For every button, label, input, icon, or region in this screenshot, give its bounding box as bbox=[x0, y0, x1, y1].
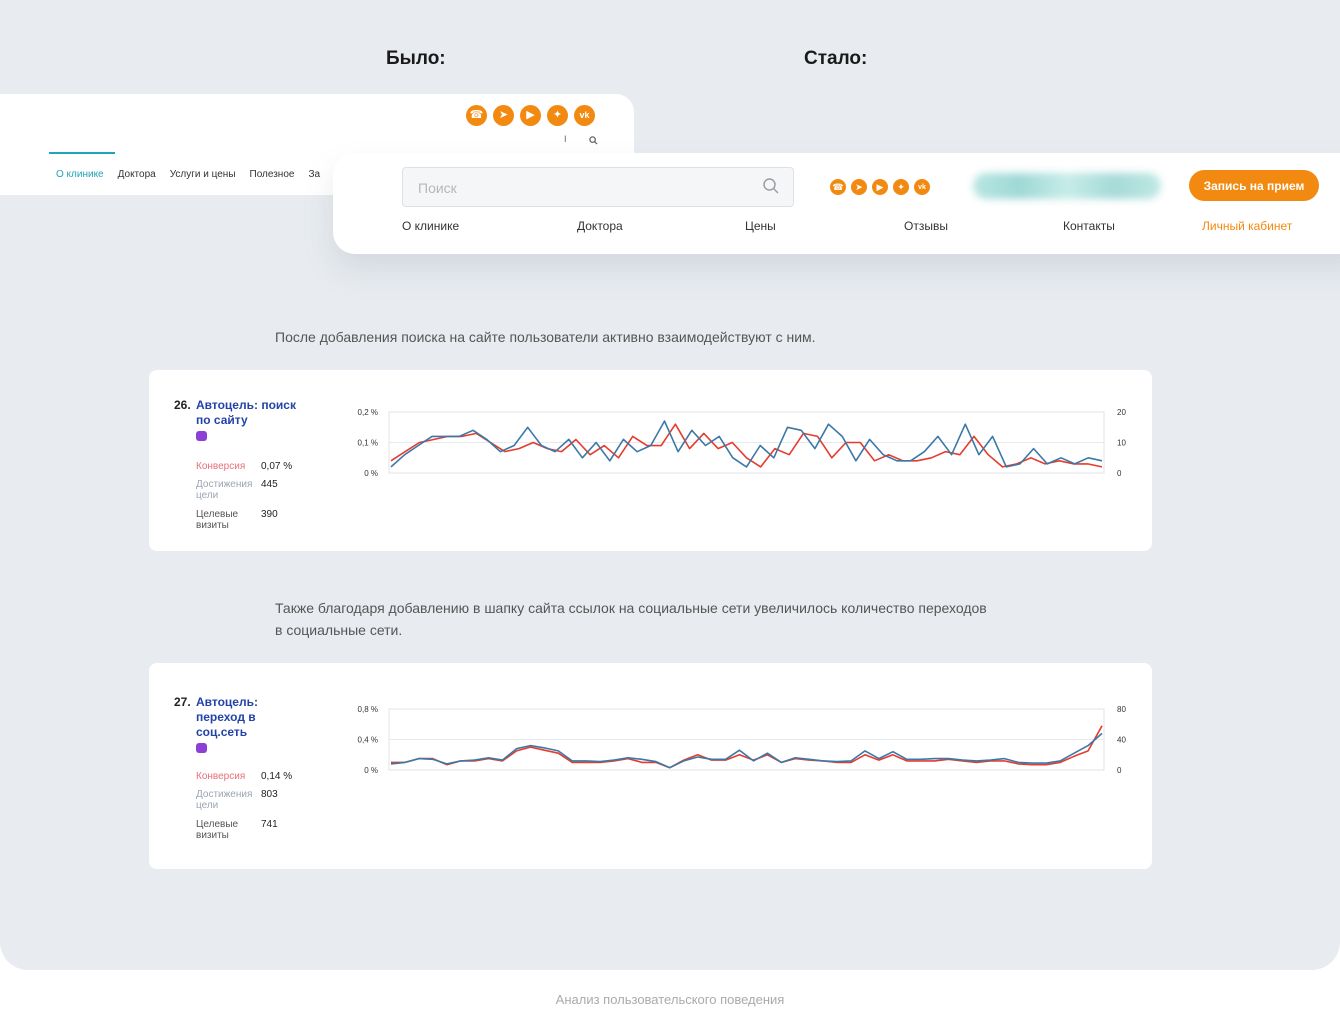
y-tick-left: 0 % bbox=[364, 766, 378, 775]
youtube-icon[interactable]: ▶ bbox=[520, 105, 541, 126]
y-tick-right: 0 bbox=[1117, 469, 1122, 478]
nav-item-contacts[interactable]: Контакты bbox=[1063, 219, 1115, 233]
description-social-line2: в социальные сети. bbox=[275, 622, 403, 638]
visits-label: Целевые визиты bbox=[196, 819, 239, 841]
telegram-icon[interactable]: ➤ bbox=[851, 179, 867, 195]
search-icon[interactable] bbox=[763, 178, 779, 194]
zen-icon[interactable]: ✦ bbox=[547, 105, 568, 126]
new-social-icons: ☎ ➤ ▶ ✦ vk bbox=[830, 179, 930, 195]
search-box bbox=[402, 167, 794, 208]
goal-title[interactable]: Автоцель: поиск по сайту bbox=[196, 398, 306, 443]
old-nav-item-useful[interactable]: Полезное bbox=[250, 169, 295, 180]
achievements-label: Достижения цели bbox=[196, 789, 253, 811]
old-nav-item-doctors[interactable]: Доктора bbox=[118, 169, 156, 180]
y-tick-right: 20 bbox=[1117, 408, 1126, 417]
old-nav-item-clinic[interactable]: О клинике bbox=[56, 169, 104, 180]
goal-title[interactable]: Автоцель: переход в соц.сеть bbox=[196, 695, 306, 755]
old-nav-item-cut[interactable]: За bbox=[308, 169, 320, 180]
description-social: Также благодаря добавлению в шапку сайта… bbox=[275, 597, 987, 641]
nav-item-doctors[interactable]: Доктора bbox=[577, 219, 623, 233]
nav-item-cabinet[interactable]: Личный кабинет bbox=[1202, 219, 1292, 233]
chart-social: 0,8 % 0,4 % 0 % 80 40 0 bbox=[358, 705, 1127, 775]
goal-title-text: Автоцель: переход в соц.сеть bbox=[196, 695, 258, 739]
old-social-icons: ☎ ➤ ▶ ✦ vk bbox=[466, 105, 595, 126]
conversion-label: Конверсия bbox=[196, 771, 246, 782]
y-tick-left: 0,2 % bbox=[358, 408, 378, 417]
series-line-1 bbox=[390, 732, 1103, 769]
description-social-line1: Также благодаря добавлению в шапку сайта… bbox=[275, 600, 987, 616]
social-goal-icon bbox=[196, 742, 207, 753]
achievements-value: 445 bbox=[261, 479, 278, 490]
goal-card-search: 26. Автоцель: поиск по сайту Конверсия 0… bbox=[149, 370, 1152, 551]
new-site-header: ☎ ➤ ▶ ✦ vk Запись на прием О клинике Док… bbox=[333, 153, 1340, 254]
visits-value: 390 bbox=[261, 509, 278, 520]
whatsapp-icon[interactable]: ☎ bbox=[466, 105, 487, 126]
visits-value: 741 bbox=[261, 819, 278, 830]
goal-card-social: 27. Автоцель: переход в соц.сеть Конверс… bbox=[149, 663, 1152, 869]
old-nav: О клинике Доктора Услуги и цены Полезное… bbox=[56, 169, 334, 180]
y-tick-right: 0 bbox=[1117, 766, 1122, 775]
zen-icon[interactable]: ✦ bbox=[893, 179, 909, 195]
nav-item-reviews[interactable]: Отзывы bbox=[904, 219, 948, 233]
y-tick-left: 0 % bbox=[364, 469, 378, 478]
series-line-0 bbox=[391, 725, 1103, 769]
description-search: После добавления поиска на сайте пользов… bbox=[275, 329, 816, 345]
old-divider: I bbox=[564, 134, 567, 144]
nav-item-clinic[interactable]: О клинике bbox=[402, 219, 459, 233]
old-search-icon[interactable] bbox=[589, 136, 598, 145]
old-nav-clip: О клинике Доктора Услуги и цены Полезное… bbox=[0, 94, 334, 195]
label-after: Стало: bbox=[804, 48, 868, 69]
goal-title-text: Автоцель: поиск по сайту bbox=[196, 398, 296, 427]
blurred-phone bbox=[973, 173, 1161, 199]
whatsapp-icon[interactable]: ☎ bbox=[830, 179, 846, 195]
conversion-value: 0,14 % bbox=[261, 771, 293, 782]
achievements-value: 803 bbox=[261, 789, 278, 800]
chart-search: 0,2 % 0,1 % 0 % 20 10 0 bbox=[358, 408, 1127, 478]
youtube-icon[interactable]: ▶ bbox=[872, 179, 888, 195]
vk-icon[interactable]: vk bbox=[914, 179, 930, 195]
page-caption: Анализ пользовательского поведения bbox=[555, 992, 785, 1007]
search-goal-icon bbox=[196, 430, 207, 441]
book-appointment-button[interactable]: Запись на прием bbox=[1189, 170, 1319, 201]
visits-label: Целевые визиты bbox=[196, 509, 239, 531]
y-tick-right: 10 bbox=[1117, 439, 1126, 448]
nav-item-prices[interactable]: Цены bbox=[745, 219, 776, 233]
goal-number: 26. bbox=[174, 398, 191, 412]
y-tick-left: 0,8 % bbox=[358, 705, 378, 714]
old-nav-item-services[interactable]: Услуги и цены bbox=[170, 169, 236, 180]
telegram-icon[interactable]: ➤ bbox=[493, 105, 514, 126]
y-tick-left: 0,1 % bbox=[358, 439, 378, 448]
y-tick-left: 0,4 % bbox=[358, 736, 378, 745]
y-tick-right: 80 bbox=[1117, 705, 1126, 714]
label-before: Было: bbox=[386, 48, 446, 69]
goal-number: 27. bbox=[174, 695, 191, 709]
conversion-value: 0,07 % bbox=[261, 461, 293, 472]
achievements-label: Достижения цели bbox=[196, 479, 253, 501]
old-active-underline bbox=[49, 152, 115, 154]
series-line-0 bbox=[390, 423, 1103, 468]
y-tick-right: 40 bbox=[1117, 736, 1126, 745]
search-input[interactable] bbox=[403, 168, 750, 208]
conversion-label: Конверсия bbox=[196, 461, 246, 472]
vk-icon[interactable]: vk bbox=[574, 105, 595, 126]
